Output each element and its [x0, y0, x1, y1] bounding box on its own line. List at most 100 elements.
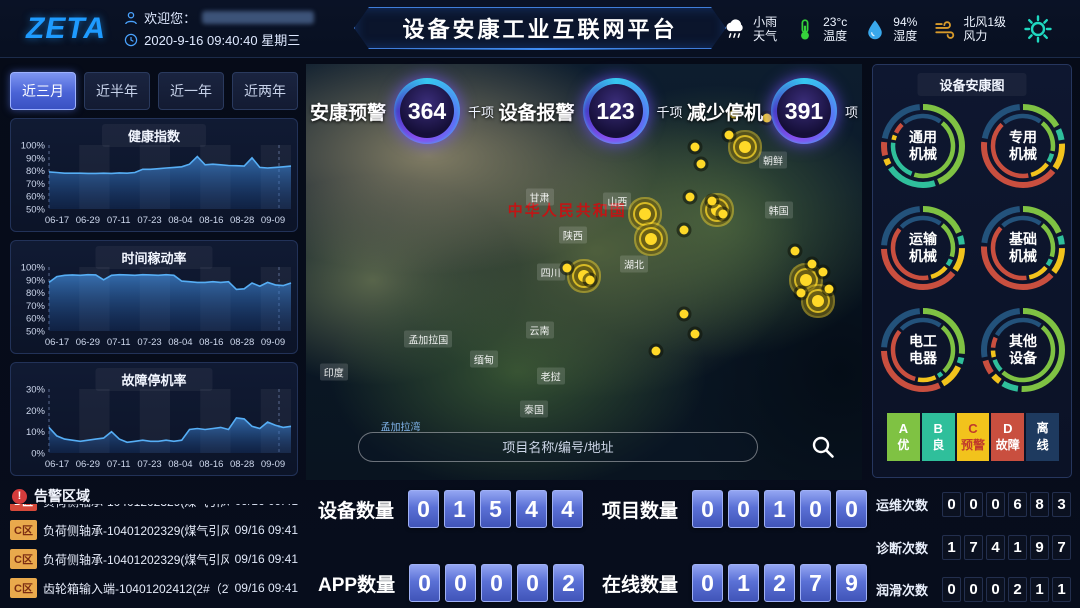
map-marker[interactable]: [685, 193, 694, 202]
digit-box: 4: [986, 535, 1005, 560]
alert-zone-badge: D区: [10, 504, 37, 511]
clock-icon: [124, 33, 138, 47]
legend-item: C预警: [957, 413, 990, 461]
svg-text:07-11: 07-11: [107, 337, 131, 348]
map-label-country: 泰国: [520, 401, 548, 418]
digit-box: 1: [728, 564, 759, 602]
map-marker[interactable]: [585, 276, 594, 285]
filter-button-4[interactable]: 近两年: [232, 72, 298, 110]
map-marker[interactable]: [652, 347, 661, 356]
kpi-value: 364: [408, 98, 446, 125]
svg-text:10%: 10%: [26, 427, 46, 438]
map-label-country: 孟加拉国: [404, 330, 452, 347]
svg-text:07-23: 07-23: [137, 215, 161, 226]
datetime: 2020-9-16 09:40:40 星期三: [144, 30, 300, 49]
health-gauge[interactable]: 通用机械: [880, 103, 966, 189]
health-gauge[interactable]: 运输机械: [880, 205, 966, 291]
map-marker[interactable]: [719, 209, 728, 218]
digit-box: 9: [1030, 535, 1049, 560]
map-marker[interactable]: [824, 284, 833, 293]
weather-item: 小雨天气: [723, 15, 777, 43]
map-marker[interactable]: [645, 233, 657, 245]
map-marker[interactable]: [796, 288, 805, 297]
search-icon[interactable]: [810, 434, 836, 460]
kpi-ring-inner: 123: [589, 84, 643, 138]
filter-button-2[interactable]: 近半年: [84, 72, 150, 110]
map-marker[interactable]: [639, 208, 651, 220]
alert-text: 齿轮箱输入端-10401202412(2#（2V）...: [43, 580, 229, 597]
gear-icon[interactable]: [1022, 13, 1054, 45]
weather-value: 23°c: [823, 15, 847, 29]
kpi-label: 减少停机: [687, 98, 763, 125]
alert-row[interactable]: D区负荷侧轴承-10401202329(煤气引风机电...09/16 09:41: [10, 504, 298, 511]
kpi-label: 安康预警: [310, 98, 386, 125]
map-marker[interactable]: [807, 259, 816, 268]
svg-text:08-28: 08-28: [230, 337, 254, 348]
digit-box: 2: [553, 564, 584, 602]
health-gauge[interactable]: 其他设备: [980, 307, 1066, 393]
gauge-label: 其他设备: [980, 307, 1066, 393]
digit-box: 0: [409, 564, 440, 602]
digit-box: 0: [408, 490, 439, 528]
digit-box: 0: [800, 490, 831, 528]
digit-box: 0: [942, 577, 961, 602]
map-marker[interactable]: [800, 274, 812, 286]
counter-label: 在线数量: [602, 570, 678, 597]
map-marker[interactable]: [691, 330, 700, 339]
weather-text: 94%湿度: [893, 15, 917, 43]
map-label-country: 老挝: [537, 368, 565, 385]
svg-text:70%: 70%: [26, 179, 46, 190]
search-input[interactable]: [359, 440, 757, 455]
map-marker[interactable]: [680, 309, 689, 318]
alert-row[interactable]: C区齿轮箱输入端-10401202412(2#（2V）...09/16 09:4…: [10, 578, 298, 598]
health-gauge[interactable]: 基础机械: [980, 205, 1066, 291]
alert-row[interactable]: C区负荷侧轴承-10401202329(煤气引风机电...09/16 09:41: [10, 549, 298, 569]
map-marker[interactable]: [696, 159, 705, 168]
health-gauge[interactable]: 专用机械: [980, 103, 1066, 189]
digit-box: 7: [964, 535, 983, 560]
svg-text:07-23: 07-23: [137, 337, 161, 348]
kpi-row: 安康预警364千项设备报警123千项减少停机391项: [306, 72, 862, 150]
gauge-label: 专用机械: [980, 103, 1066, 189]
gauge-label: 电工电器: [880, 307, 966, 393]
map-marker[interactable]: [791, 247, 800, 256]
map-label-country: 印度: [320, 363, 348, 380]
svg-text:08-16: 08-16: [199, 215, 223, 226]
weather-bar: 小雨天气23°c温度94%湿度北风1级风力: [723, 0, 1006, 58]
svg-text:09-09: 09-09: [261, 337, 285, 348]
alert-row[interactable]: C区负荷侧轴承-10401202329(煤气引风机电...09/16 09:41: [10, 520, 298, 540]
map-marker[interactable]: [819, 268, 828, 277]
legend-item: B良: [922, 413, 955, 461]
health-gauge[interactable]: 电工电器: [880, 307, 966, 393]
digit-box: 8: [1030, 492, 1049, 517]
map-marker[interactable]: [680, 226, 689, 235]
kpi-unit: 千项: [657, 102, 683, 121]
wind-icon: [933, 18, 957, 40]
svg-text:08-04: 08-04: [168, 215, 192, 226]
digit-box: 0: [728, 490, 759, 528]
alert-section-title: 告警区域: [34, 486, 90, 506]
map-marker[interactable]: [563, 263, 572, 272]
digit-box: 0: [986, 577, 1005, 602]
kpi-label: 设备报警: [498, 98, 574, 125]
filter-button-1[interactable]: 近三月: [10, 72, 76, 110]
map-marker[interactable]: [707, 197, 716, 206]
kpi-ring: 123: [583, 78, 649, 144]
svg-text:06-17: 06-17: [45, 337, 69, 348]
filter-button-3[interactable]: 近一年: [158, 72, 224, 110]
kpi-ring-inner: 391: [777, 84, 831, 138]
svg-text:06-17: 06-17: [45, 459, 69, 470]
svg-text:08-16: 08-16: [199, 459, 223, 470]
svg-text:50%: 50%: [26, 327, 46, 338]
map-marker[interactable]: [812, 295, 824, 307]
alert-time: 09/16 09:41: [235, 581, 298, 595]
alert-time: 09/16 09:41: [235, 552, 298, 566]
svg-text:06-29: 06-29: [76, 459, 100, 470]
digit-box: 0: [445, 564, 476, 602]
right-counter-label: 润滑次数: [876, 580, 934, 599]
digit-box: 1: [444, 490, 475, 528]
chart-plot: 100%90%80%70%60%50%06-1706-2907-1107-230…: [13, 141, 297, 231]
kpi-ring: 391: [771, 78, 837, 144]
weather-value: 94%: [893, 15, 917, 29]
legend-item: 离线: [1026, 413, 1059, 461]
